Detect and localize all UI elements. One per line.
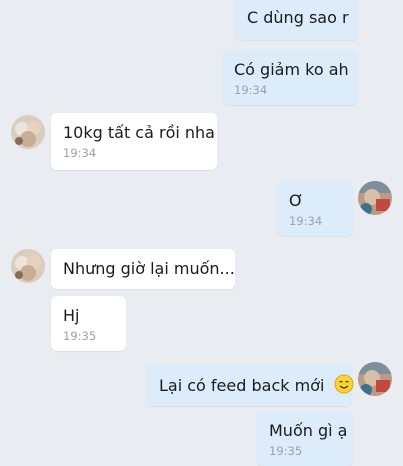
- outgoing-message[interactable]: Muốn gì ạ 19:35: [257, 411, 353, 466]
- chat-screen: { "messages": [ {"side": "out", "text": …: [0, 0, 403, 466]
- user-avatar[interactable]: [358, 181, 392, 215]
- contact-avatar[interactable]: [11, 249, 45, 283]
- message-text: Nhưng giờ lại muốn...: [63, 259, 235, 278]
- outgoing-message[interactable]: Ơ 19:34: [277, 181, 353, 236]
- incoming-message[interactable]: Nhưng giờ lại muốn...: [51, 249, 235, 289]
- message-text: Lại có feed back mới: [159, 376, 325, 395]
- message-timestamp: 19:34: [63, 146, 97, 160]
- smiling-face-emoji-icon: [334, 374, 354, 400]
- avatar-image-icon: [358, 181, 392, 215]
- outgoing-message[interactable]: C dùng sao r: [235, 0, 358, 40]
- avatar-image-icon: [358, 362, 392, 396]
- outgoing-message[interactable]: Có giảm ko ah 19:34: [222, 50, 358, 105]
- message-timestamp: 19:34: [289, 214, 323, 228]
- message-text: Có giảm ko ah: [234, 60, 349, 79]
- incoming-message[interactable]: Hj 19:35: [51, 296, 126, 351]
- message-text: 10kg tất cả rồi nha: [63, 123, 215, 142]
- message-timestamp: 19:34: [234, 83, 268, 97]
- message-text: C dùng sao r: [247, 8, 349, 27]
- avatar-image-icon: [11, 115, 45, 149]
- message-text: Hj: [63, 306, 80, 325]
- outgoing-message[interactable]: Lại có feed back mới: [147, 364, 354, 406]
- user-avatar[interactable]: [358, 362, 392, 396]
- message-text: Ơ: [289, 191, 304, 210]
- avatar-image-icon: [11, 249, 45, 283]
- incoming-message[interactable]: 10kg tất cả rồi nha 19:34: [51, 113, 217, 170]
- message-timestamp: 19:35: [269, 444, 303, 458]
- message-text: Muốn gì ạ: [269, 421, 348, 440]
- contact-avatar[interactable]: [11, 115, 45, 149]
- message-timestamp: 19:35: [63, 329, 97, 343]
